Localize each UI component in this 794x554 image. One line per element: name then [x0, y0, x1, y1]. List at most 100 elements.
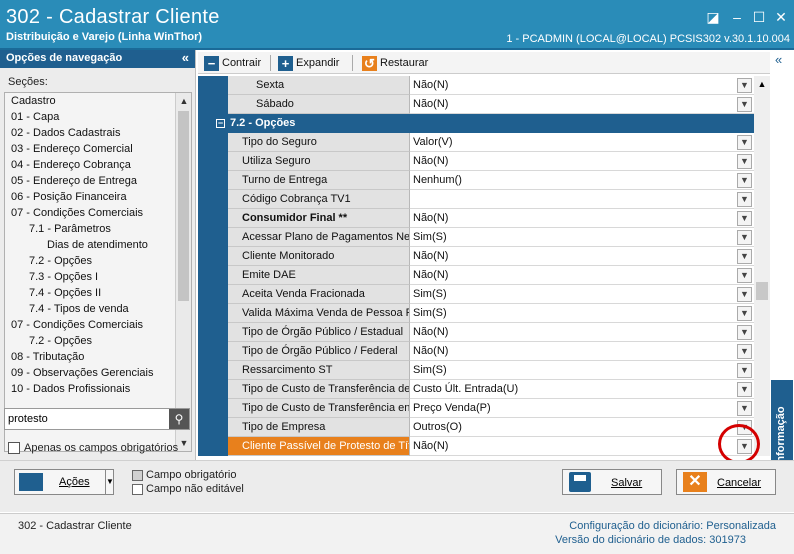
collapse-panel-icon[interactable]: «: [182, 50, 189, 65]
tree-item[interactable]: 07 - Condições Comerciais: [5, 317, 191, 333]
cancel-button[interactable]: ✕ Cancelar: [676, 469, 776, 495]
tree-item[interactable]: 04 - Endereço Cobrança: [5, 157, 191, 173]
property-value[interactable]: Sim(S) ▼: [410, 304, 754, 323]
property-value[interactable]: Não(N) ▼: [410, 76, 754, 95]
tree-item[interactable]: 05 - Endereço de Entrega: [5, 173, 191, 189]
maximize-button[interactable]: ☐: [750, 8, 768, 26]
scroll-thumb[interactable]: [756, 282, 768, 300]
dropdown-icon[interactable]: ▼: [737, 249, 752, 264]
required-only-option[interactable]: Apenas os campos obrigatórios: [8, 442, 178, 455]
dropdown-icon[interactable]: ▼: [737, 78, 752, 93]
tree-item[interactable]: 7.2 - Opções: [5, 333, 191, 349]
property-value[interactable]: Custo Últ. Entrada(U) ▼: [410, 380, 754, 399]
dropdown-icon[interactable]: ▼: [737, 344, 752, 359]
grid-scrollbar[interactable]: ▲: [754, 76, 770, 456]
property-row[interactable]: Tipo de Empresa Outros(O) ▼: [198, 418, 754, 437]
property-value[interactable]: Não(N) ▼: [410, 152, 754, 171]
dropdown-icon[interactable]: ▼: [737, 97, 752, 112]
required-only-checkbox[interactable]: [8, 442, 20, 455]
dropdown-icon[interactable]: ▼: [737, 211, 752, 226]
property-row[interactable]: Utiliza Seguro Não(N) ▼: [198, 152, 754, 171]
dropdown-icon[interactable]: ▼: [737, 192, 752, 207]
property-row[interactable]: Valida Máxima Venda de Pessoa Fí Sim(S) ▼: [198, 304, 754, 323]
property-row[interactable]: Sexta Não(N) ▼: [198, 76, 754, 95]
dropdown-icon[interactable]: ▼: [737, 325, 752, 340]
tree-item[interactable]: 7.4 - Opções II: [5, 285, 191, 301]
property-row[interactable]: Tipo do Seguro Valor(V) ▼: [198, 133, 754, 152]
dropdown-icon[interactable]: ▼: [737, 173, 752, 188]
expand-side-icon[interactable]: «: [775, 52, 782, 67]
property-value[interactable]: Preço Venda(P) ▼: [410, 399, 754, 418]
dropdown-icon[interactable]: ▼: [737, 382, 752, 397]
dropdown-icon[interactable]: ▼: [737, 401, 752, 416]
property-row[interactable]: Tipo de Custo de Transferência de Custo Ú…: [198, 380, 754, 399]
tree-item[interactable]: 08 - Tributação: [5, 349, 191, 365]
tree-item[interactable]: 7.4 - Tipos de venda: [5, 301, 191, 317]
property-value[interactable]: Sim(S) ▼: [410, 228, 754, 247]
property-value[interactable]: ▼: [410, 190, 754, 209]
property-label: Turno de Entrega: [228, 171, 410, 190]
property-row[interactable]: Consumidor Final ** Não(N) ▼: [198, 209, 754, 228]
resize-icon[interactable]: ◪: [704, 8, 722, 26]
minimize-button[interactable]: –: [728, 8, 746, 26]
action-bar: Ações ▼ Campo obrigatório Campo não edit…: [0, 460, 794, 512]
property-value[interactable]: Outros(O) ▼: [410, 418, 754, 437]
tree-item[interactable]: 09 - Observações Gerenciais: [5, 365, 191, 381]
property-row[interactable]: Emite DAE Não(N) ▼: [198, 266, 754, 285]
tree-item[interactable]: 07 - Condições Comerciais: [5, 205, 191, 221]
property-value[interactable]: Valor(V) ▼: [410, 133, 754, 152]
tree-item[interactable]: 06 - Posição Financeira: [5, 189, 191, 205]
section-header[interactable]: −7.2 - Opções: [198, 114, 754, 133]
property-row[interactable]: Sábado Não(N) ▼: [198, 95, 754, 114]
property-row[interactable]: Código Cobrança TV1 ▼: [198, 190, 754, 209]
tree-item[interactable]: 7.1 - Parâmetros: [5, 221, 191, 237]
property-value[interactable]: Não(N) ▼: [410, 209, 754, 228]
property-value[interactable]: Não(N) ▼: [410, 247, 754, 266]
property-value[interactable]: Não(N) ▼: [410, 95, 754, 114]
scroll-up-icon[interactable]: ▲: [754, 76, 770, 92]
dropdown-icon[interactable]: ▼: [737, 268, 752, 283]
tree-item[interactable]: 01 - Capa: [5, 109, 191, 125]
tree-item[interactable]: 03 - Endereço Comercial: [5, 141, 191, 157]
tree-item[interactable]: 7.3 - Opções I: [5, 269, 191, 285]
search-icon[interactable]: ⚲: [169, 409, 189, 429]
tree-item[interactable]: 7.2 - Opções: [5, 253, 191, 269]
tree-item[interactable]: Cadastro: [5, 93, 191, 109]
dropdown-icon[interactable]: ▼: [737, 363, 752, 378]
scroll-down-icon[interactable]: ▼: [176, 435, 191, 451]
property-row[interactable]: Cliente Passível de Protesto de Títi Não(…: [198, 437, 754, 456]
collapse-button[interactable]: − Contrair: [204, 54, 261, 72]
property-row[interactable]: Cliente Monitorado Não(N) ▼: [198, 247, 754, 266]
property-value[interactable]: Não(N) ▼: [410, 437, 754, 456]
tree-item[interactable]: 02 - Dados Cadastrais: [5, 125, 191, 141]
property-row[interactable]: Aceita Venda Fracionada Sim(S) ▼: [198, 285, 754, 304]
property-row[interactable]: Turno de Entrega Nenhum() ▼: [198, 171, 754, 190]
dropdown-icon[interactable]: ▼: [737, 154, 752, 169]
actions-button[interactable]: Ações ▼: [14, 469, 114, 495]
save-button[interactable]: Salvar: [562, 469, 662, 495]
actions-dropdown-icon[interactable]: ▼: [105, 470, 114, 494]
property-row[interactable]: Ressarcimento ST Sim(S) ▼: [198, 361, 754, 380]
collapse-section-icon[interactable]: −: [216, 119, 225, 128]
search-input[interactable]: protesto: [8, 413, 48, 425]
restore-button[interactable]: ↺ Restaurar: [362, 54, 428, 72]
property-value[interactable]: Não(N) ▼: [410, 342, 754, 361]
property-row[interactable]: Tipo de Órgão Público / Federal Não(N) ▼: [198, 342, 754, 361]
property-row[interactable]: Tipo de Custo de Transferência en Preço V…: [198, 399, 754, 418]
property-row[interactable]: Acessar Plano de Pagamentos Neg Sim(S) ▼: [198, 228, 754, 247]
property-value[interactable]: Sim(S) ▼: [410, 361, 754, 380]
search-field[interactable]: protesto ⚲: [4, 408, 190, 430]
dropdown-icon[interactable]: ▼: [737, 230, 752, 245]
close-button[interactable]: ✕: [772, 8, 790, 26]
tree-item[interactable]: 10 - Dados Profissionais: [5, 381, 191, 397]
dropdown-icon[interactable]: ▼: [737, 135, 752, 150]
dropdown-icon[interactable]: ▼: [737, 287, 752, 302]
property-value[interactable]: Não(N) ▼: [410, 323, 754, 342]
property-value[interactable]: Nenhum() ▼: [410, 171, 754, 190]
property-value[interactable]: Não(N) ▼: [410, 266, 754, 285]
tree-item[interactable]: Dias de atendimento: [5, 237, 191, 253]
expand-button[interactable]: + Expandir: [278, 54, 339, 72]
property-row[interactable]: Tipo de Órgão Público / Estadual Não(N) ▼: [198, 323, 754, 342]
property-value[interactable]: Sim(S) ▼: [410, 285, 754, 304]
dropdown-icon[interactable]: ▼: [737, 306, 752, 321]
